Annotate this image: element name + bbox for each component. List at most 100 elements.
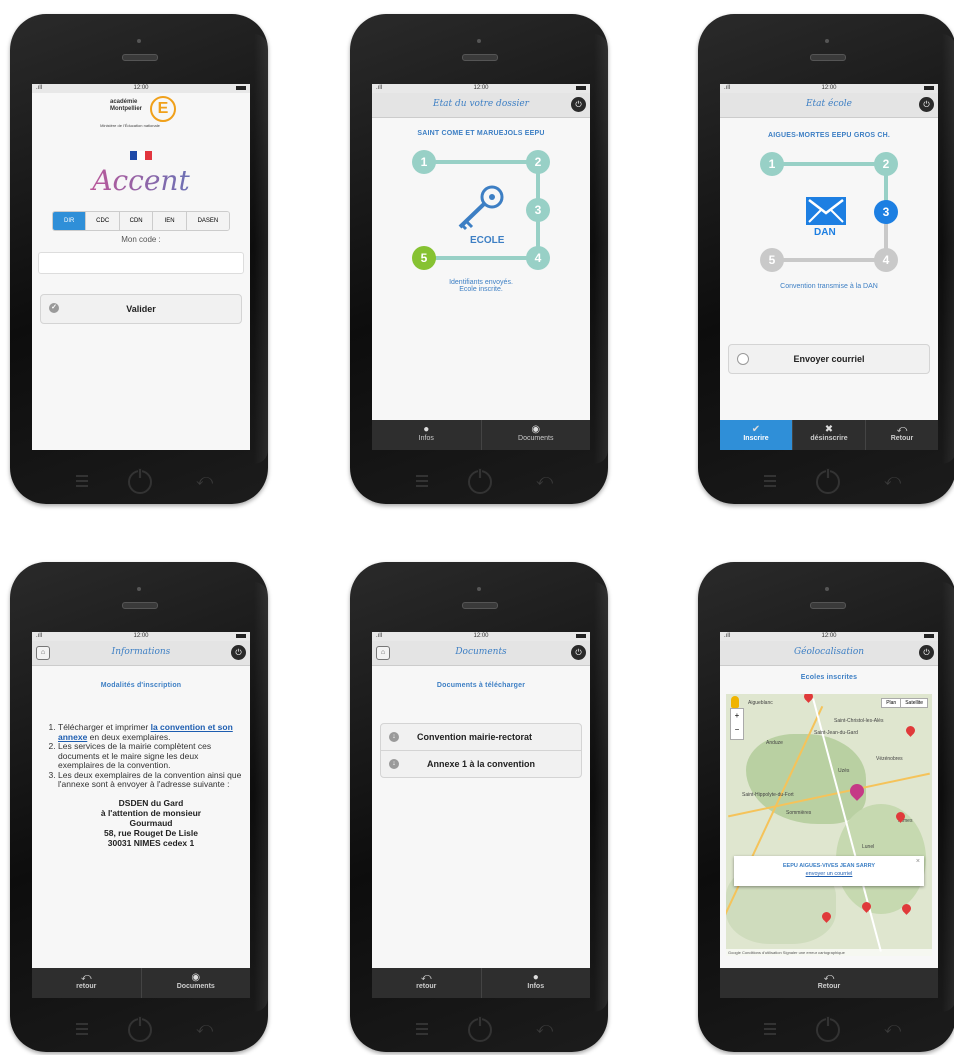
french-flag-icon [130,151,152,160]
map-satellite-button[interactable]: Satellite [901,699,927,707]
back-key-icon[interactable]: ⤺ [884,1018,901,1038]
power-icon[interactable]: ⏻ [919,97,934,112]
step-3: 3 [526,198,550,222]
phone-map: .ıll 12:00 Géolocalisation ⏻ Ecoles inscri… [698,562,954,1052]
power-key-icon[interactable] [128,468,152,494]
map-info-popup: × EEPU AIGUES-VIVES JEAN SARRY envoyer u… [734,856,924,886]
close-icon[interactable]: × [916,858,920,865]
document-item[interactable]: ↓ Convention mairie-rectorat [381,724,581,751]
infos-button[interactable]: ● Infos [480,968,591,998]
map-town-label: Anduze [766,740,783,746]
map-town-label: Sommières [786,810,812,816]
step-3: 3 [874,200,898,224]
menu-key-icon[interactable] [416,1020,428,1038]
footer-bar: ⤺ retour ● Infos [372,968,590,998]
close-icon: ✖ [824,424,834,435]
docs-screen: .ıll 12:00 ⌂ Documents ⏻ Documents à téléch… [372,632,590,998]
document-item[interactable]: ↓ Annexe 1 à la convention [381,751,581,777]
step-5: 5 [412,246,436,270]
header-bar: ⌂ Informations ⏻ [32,641,250,666]
home-icon[interactable]: ⌂ [376,646,390,660]
map-plan-button[interactable]: Plan [882,699,902,707]
footer-bar: ● Infos ◉ Documents [372,420,590,450]
state-school-screen: .ıll 12:00 Etat du votre dossier ⏻ SAINT C… [372,84,590,450]
back-key-icon[interactable]: ⤺ [536,470,553,490]
home-icon[interactable]: ⌂ [36,646,50,660]
infos-button[interactable]: ● Infos [372,420,481,450]
mail-icon [737,353,749,365]
send-mail-link[interactable]: envoyer un courriel [734,871,924,877]
pegman-icon[interactable] [731,696,739,708]
back-key-icon[interactable]: ⤺ [884,470,901,490]
instructions-list: Télécharger et imprimer la convention et… [32,722,242,790]
code-field[interactable] [38,252,244,274]
header-bar: Géolocalisation ⏻ [720,641,938,666]
send-mail-button[interactable]: Envoyer courriel [728,344,930,374]
step-4: 4 [526,246,550,270]
back-icon: ⤺ [420,972,432,983]
return-button[interactable]: ⤺ Retour [720,968,938,998]
role-cdn-button[interactable]: CDN [118,212,153,230]
section-title: Modalités d'inscription [100,682,182,689]
map-town-label: Uzès [838,768,850,774]
section-title: Ecoles inscrites [800,674,858,681]
power-key-icon[interactable] [468,468,492,494]
role-ien-button[interactable]: IEN [152,212,186,230]
power-key-icon[interactable] [816,1016,840,1042]
role-dir-button[interactable]: DIR [53,212,86,230]
documents-button[interactable]: ◉ Documents [140,968,251,998]
return-button[interactable]: ⤺ retour [372,968,481,998]
download-icon: ↓ [389,732,399,742]
zoom-controls[interactable]: + − [730,708,744,740]
unregister-button[interactable]: ✖ désinscrire [792,420,865,450]
footer-bar: ⤺ Retour [720,968,938,998]
power-key-icon[interactable] [816,468,840,494]
check-icon: ✔ [751,424,761,435]
map-view[interactable]: Plan Satellite + − Aigueblanc Saint-Chris… [726,694,932,956]
validate-button[interactable]: ✓ Valider [40,294,242,324]
phone-login: .ıll 12:00 académie Montpellier E Ministè… [10,14,268,504]
info-icon: ● [423,424,430,435]
phone-state-school: .ıll 12:00 Etat du votre dossier ⏻ SAINT C… [350,14,608,504]
check-icon: ✓ [49,303,59,313]
map-type-control: Plan Satellite [881,698,928,708]
power-key-icon[interactable] [468,1016,492,1042]
center-label: ECOLE [470,235,505,246]
step-2: 2 [874,152,898,176]
instruction-2: Les services de la mairie complètent ces… [58,741,242,771]
register-button[interactable]: ✔ Inscrire [720,420,792,450]
menu-key-icon[interactable] [764,472,776,490]
eye-icon: ◉ [531,424,541,435]
role-dasen-button[interactable]: DASEN [185,212,229,230]
return-button[interactable]: ⤺ Retour [865,420,938,450]
return-button[interactable]: ⤺ retour [32,968,141,998]
back-key-icon[interactable]: ⤺ [196,470,213,490]
progress-diagram: 1 2 3 4 5 ECOLE [372,143,590,283]
info-icon: ● [532,972,539,983]
power-icon[interactable]: ⏻ [571,645,586,660]
back-key-icon[interactable]: ⤺ [196,1018,213,1038]
documents-button[interactable]: ◉ Documents [480,420,591,450]
instruction-3: Les deux exemplaires de la convention ai… [58,770,242,790]
map-town-label: Lunel [862,844,875,850]
phone-info: .ıll 12:00 ⌂ Informations ⏻ Modalités d'ins… [10,562,268,1052]
key-icon [458,185,504,231]
power-icon[interactable]: ⏻ [571,97,586,112]
documents-list: ↓ Convention mairie-rectorat ↓ Annexe 1 à … [380,723,582,778]
footer-bar: ⤺ retour ◉ Documents [32,968,250,998]
power-key-icon[interactable] [128,1016,152,1042]
menu-key-icon[interactable] [764,1020,776,1038]
map-marker-icon[interactable] [904,724,917,737]
menu-key-icon[interactable] [76,1020,88,1038]
power-icon[interactable]: ⏻ [231,645,246,660]
role-cdc-button[interactable]: CDC [85,212,119,230]
power-icon[interactable]: ⏻ [919,645,934,660]
step-2: 2 [526,150,550,174]
back-key-icon[interactable]: ⤺ [536,1018,553,1038]
step-1: 1 [412,150,436,174]
menu-key-icon[interactable] [416,472,428,490]
center-label: DAN [814,227,836,238]
step-4: 4 [874,248,898,272]
menu-key-icon[interactable] [76,472,88,490]
section-title: Documents à télécharger [436,682,526,689]
